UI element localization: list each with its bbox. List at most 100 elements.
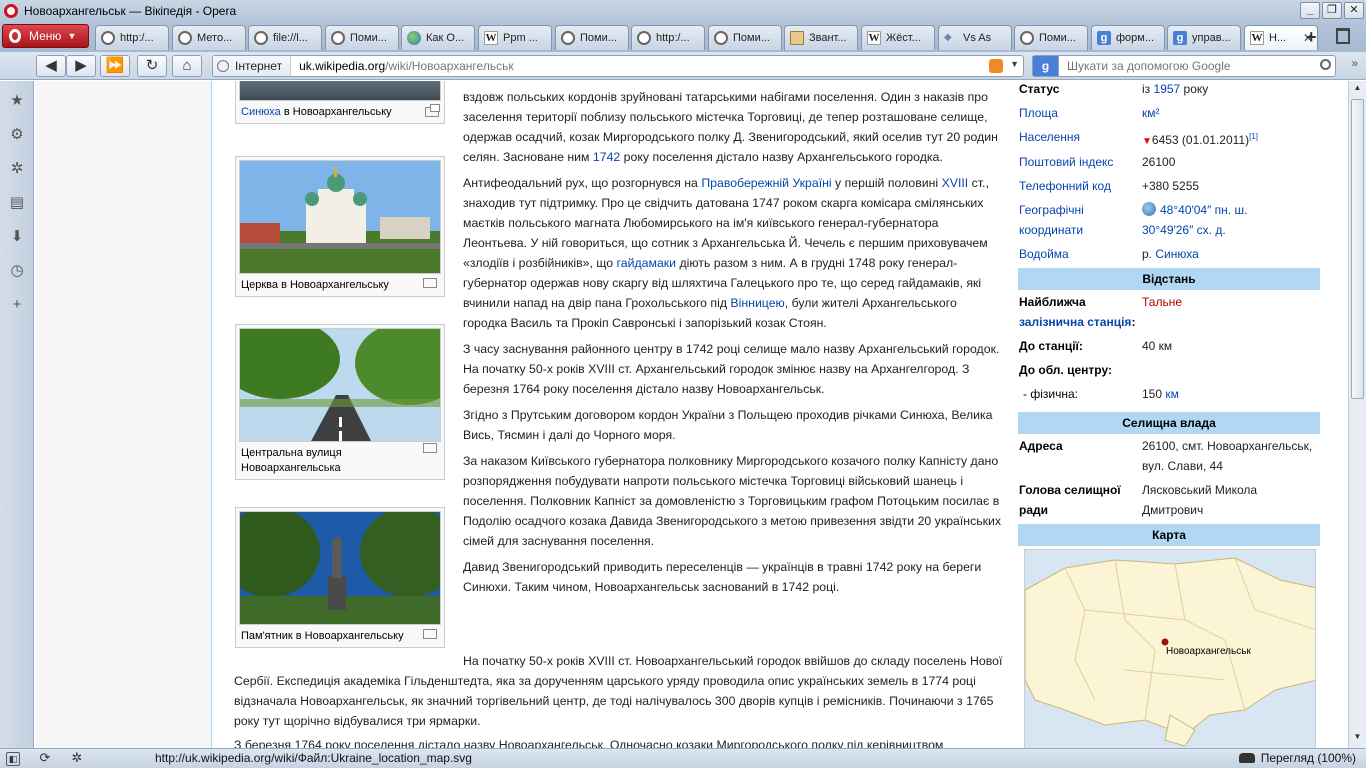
downloads-icon[interactable]: ⬇ [9, 229, 25, 245]
browser-tab[interactable]: Звант... [784, 25, 858, 50]
scroll-down-icon[interactable]: ▼ [1351, 732, 1364, 746]
tab-bar: Меню ▼ http:/... Мето... file://l... Поми..… [0, 22, 1366, 52]
turbo-icon[interactable] [1238, 753, 1255, 763]
vertical-scrollbar[interactable]: ▲ ▼ [1348, 81, 1366, 748]
thumbnail-church[interactable]: Церква в Новоархангельську [235, 156, 445, 297]
link-vinnytsia[interactable]: Вінницею [730, 296, 784, 310]
browser-tab[interactable]: Мето... [172, 25, 246, 50]
forward-button[interactable]: ▶ [66, 55, 96, 77]
add-panel-icon[interactable]: + [9, 297, 25, 313]
security-indicator[interactable]: Інтернет [213, 56, 292, 76]
browser-tab[interactable]: file://l... [248, 25, 322, 50]
link-coordinates[interactable]: Географічні координати [1019, 200, 1137, 240]
browser-tab[interactable]: http:/... [95, 25, 169, 50]
link-1957[interactable]: 1957 [1154, 82, 1181, 96]
restore-button[interactable]: ❐ [1322, 2, 1342, 19]
search-box[interactable]: g [1032, 55, 1336, 77]
toolbar-overflow-icon[interactable]: » [1351, 56, 1358, 70]
unite-icon[interactable]: ✲ [70, 751, 84, 766]
enlarge-icon[interactable] [423, 629, 437, 639]
tab-label: Поми... [580, 32, 617, 44]
rss-feed-icon[interactable] [989, 59, 1003, 73]
river-photo[interactable] [239, 81, 441, 101]
browser-tab[interactable]: ◆ Vs As [938, 25, 1012, 50]
browser-tab[interactable]: Поми... [325, 25, 399, 50]
search-icon[interactable] [1320, 59, 1331, 70]
fast-forward-button[interactable]: ⏩ [100, 55, 130, 77]
enlarge-icon[interactable] [423, 443, 437, 453]
link-area[interactable]: Площа [1019, 103, 1137, 123]
notes-icon[interactable]: ▤ [9, 195, 25, 211]
back-button[interactable]: ◀ [36, 55, 66, 77]
article-body: вздовж польських кордонів зруйновані тат… [463, 87, 1003, 603]
location-map[interactable]: Новоархангельськ [1024, 549, 1316, 748]
page-icon [178, 31, 192, 45]
link-postal-code[interactable]: Поштовий індекс [1019, 152, 1137, 172]
link-phone-code[interactable]: Телефонний код [1019, 176, 1137, 196]
link-xviii[interactable]: XVIII [942, 176, 969, 190]
reload-button[interactable]: ↻ [137, 55, 167, 77]
link-km2[interactable]: км² [1142, 106, 1160, 120]
link-1742[interactable]: 1742 [593, 150, 620, 164]
enlarge-icon[interactable] [425, 104, 440, 117]
home-button[interactable]: ⌂ [172, 55, 202, 77]
address-url[interactable]: uk.wikipedia.org/wiki/Новоархангельськ [291, 59, 514, 73]
link-coordinates-value[interactable]: 48°40′04″ пн. ш. 30°49′26″ сх. д. [1142, 203, 1247, 237]
street-photo[interactable] [239, 328, 441, 442]
google-search-engine-icon[interactable]: g [1033, 56, 1059, 76]
browser-tab[interactable]: Поми... [708, 25, 782, 50]
link-talne[interactable]: Тальне [1142, 295, 1182, 309]
sync-icon[interactable]: ⟳ [38, 751, 52, 766]
tab-label: Поми... [1039, 32, 1076, 44]
wikipedia-icon: W [1250, 31, 1264, 45]
browser-tab[interactable]: http:/... [631, 25, 705, 50]
church-photo[interactable] [239, 160, 441, 274]
minimize-button[interactable]: _ [1300, 2, 1320, 19]
search-input[interactable] [1067, 59, 1307, 73]
history-icon[interactable]: ◷ [9, 263, 25, 279]
monument-photo[interactable] [239, 511, 441, 625]
link-right-bank-ukraine[interactable]: Правобережній Україні [701, 176, 831, 190]
opera-menu-button[interactable]: Меню ▼ [2, 24, 89, 48]
thumbnail-sinyukha[interactable]: Синюха в Новоархангельську [235, 81, 445, 124]
close-window-button[interactable]: ✕ [1344, 2, 1364, 19]
link-water-body[interactable]: Водойма [1019, 244, 1137, 264]
new-tab-button[interactable]: + [1306, 27, 1317, 48]
zoom-label: Перегляд (100%) [1260, 751, 1356, 765]
thumbnail-caption: Синюха в Новоархангельську [239, 104, 441, 120]
caption-link-sinyukha[interactable]: Синюха [241, 106, 281, 118]
paragraph: Давид Звенигородський приводить переселе… [463, 560, 982, 594]
trash-icon[interactable] [1336, 28, 1350, 44]
thumbnail-caption: Центральна вулиця Новоархангельська [241, 447, 342, 474]
browser-tab[interactable]: g форм... [1091, 25, 1165, 50]
chevron-down-icon[interactable]: ▼ [1010, 59, 1019, 69]
thumbnail-street[interactable]: Центральна вулиця Новоархангельська [235, 324, 445, 480]
browser-tab[interactable]: Поми... [555, 25, 629, 50]
tab-label: http:/... [120, 32, 154, 44]
panel-toggle-icon[interactable]: ◧ [6, 751, 20, 766]
browser-tab[interactable]: Поми... [1014, 25, 1088, 50]
page-icon [1020, 31, 1034, 45]
tab-label: Н... [1269, 32, 1287, 44]
widgets-icon[interactable]: ⚙ [9, 127, 25, 143]
browser-tab[interactable]: Как О... [401, 25, 475, 50]
link-km[interactable]: км [1165, 387, 1179, 401]
link-haidamaky[interactable]: гайдамаки [617, 256, 676, 270]
scroll-thumb[interactable] [1351, 99, 1364, 399]
address-bar[interactable]: Інтернет uk.wikipedia.org/wiki/Новоархан… [212, 55, 1024, 77]
browser-tab[interactable]: W Ppm ... [478, 25, 552, 50]
enlarge-icon[interactable] [423, 278, 437, 288]
paragraph: Згідно з Прутським договором кордон Укра… [463, 408, 993, 442]
browser-tab[interactable]: W Жёст... [861, 25, 935, 50]
link-railway-station[interactable]: залізнична станція [1019, 315, 1131, 329]
link-population[interactable]: Населення [1019, 127, 1137, 147]
reference-link[interactable]: [1] [1249, 132, 1258, 141]
unite-icon[interactable]: ✲ [9, 161, 25, 177]
scroll-up-icon[interactable]: ▲ [1351, 83, 1364, 97]
bookmarks-icon[interactable]: ★ [9, 93, 25, 109]
browser-tab[interactable]: g управ... [1167, 25, 1241, 50]
link-sinyukha[interactable]: Синюха [1155, 247, 1198, 261]
paragraph: На початку 50-х років XVIII ст. Новоарха… [234, 654, 1003, 728]
thumbnail-monument[interactable]: Пам'ятник в Новоархангельську [235, 507, 445, 648]
zoom-control[interactable]: Перегляд (100%) [1238, 751, 1356, 765]
